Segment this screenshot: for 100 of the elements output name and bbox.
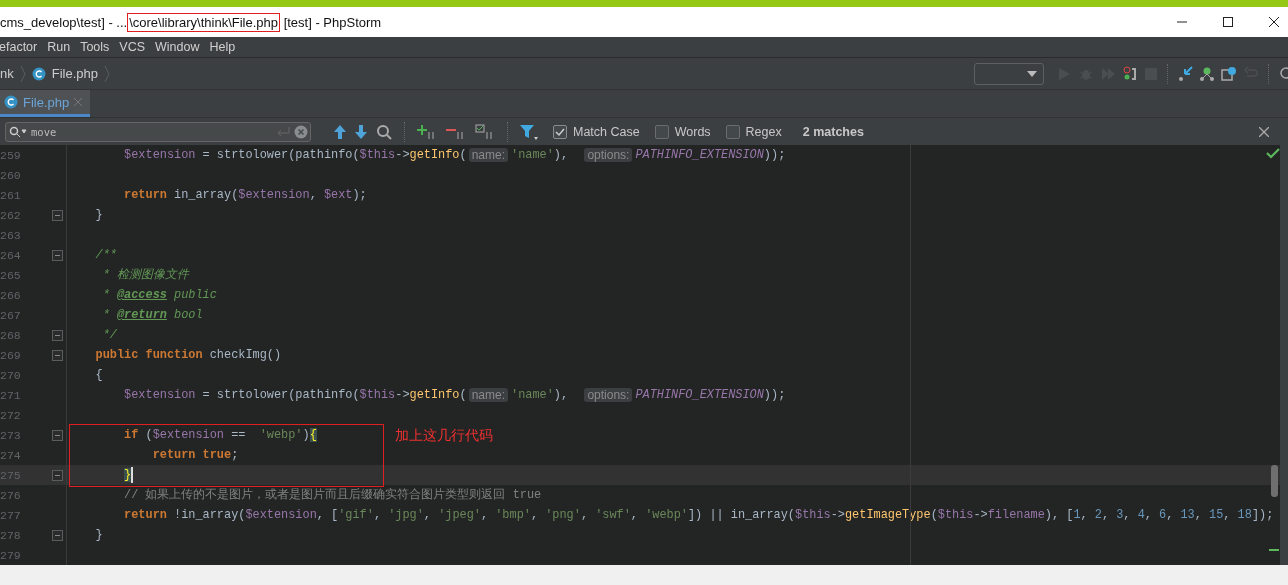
code-number: 3 [1116, 508, 1124, 522]
menu-item[interactable]: Run [47, 40, 71, 54]
menu-item[interactable]: Window [155, 40, 200, 54]
code-text: , [1080, 508, 1089, 522]
code-string: 'swf' [595, 508, 631, 522]
window-title: cms_develop\test] - ... [0, 14, 128, 30]
search-input[interactable]: move [31, 125, 272, 138]
code-text: ; [231, 448, 239, 462]
change-marker [1269, 549, 1279, 551]
vcs-update-icon[interactable] [1177, 65, 1193, 82]
code-text: ), [ [1044, 508, 1074, 522]
filter-icon[interactable] [520, 123, 538, 140]
window-title: [test] - PhpStorm [282, 14, 382, 30]
breadcrumb[interactable]: File.php [51, 66, 98, 81]
code-variable: $this [359, 148, 396, 162]
breadcrumb[interactable]: nk [0, 66, 14, 81]
search-icon [9, 125, 27, 138]
doc-comment: * [101, 288, 111, 302]
code-variable: $extension [245, 508, 317, 522]
fold-marker-icon[interactable] [52, 349, 63, 361]
fold-marker-icon[interactable] [52, 329, 63, 341]
code-text: -> [830, 508, 845, 522]
checkbox[interactable] [654, 124, 669, 139]
close-icon[interactable] [1268, 16, 1280, 28]
code-text: )); [763, 388, 786, 402]
line-number: 261 [0, 188, 22, 202]
checkbox[interactable] [553, 124, 567, 139]
code-variable: filename [987, 508, 1045, 522]
code-keyword: public function [94, 348, 204, 362]
code-text: )); [763, 148, 786, 162]
code-text: ]); [1251, 508, 1274, 522]
line-number: 272 [0, 408, 22, 422]
fold-marker-icon[interactable] [52, 469, 63, 481]
code-text: = strtolower(pathinfo( [201, 148, 360, 162]
code-text: checkImg() [209, 348, 282, 362]
doc-tag: @access [116, 288, 167, 302]
search-icon[interactable] [1278, 65, 1288, 82]
code-string: 'jpg' [388, 508, 424, 522]
line-number: 263 [0, 228, 22, 242]
code-text: , [630, 508, 639, 522]
line-number: 262 [0, 208, 22, 222]
annotation-text: 加上这几行代码 [395, 427, 493, 445]
line-number: 270 [0, 368, 22, 382]
menu-item[interactable]: efactor [0, 40, 38, 54]
code-text: == [230, 428, 247, 442]
code-text: , [1101, 508, 1111, 522]
code-variable: $extension [123, 388, 196, 402]
clear-icon[interactable] [294, 124, 308, 139]
code-keyword: return true [151, 448, 232, 462]
code-number: 18 [1237, 508, 1252, 522]
code-function: getInfo [409, 148, 460, 162]
code-function: getInfo [409, 388, 460, 402]
code-variable: $extension [123, 148, 196, 162]
code-text: , [1194, 508, 1203, 522]
menu-item[interactable]: VCS [119, 40, 146, 54]
fold-marker-icon[interactable] [52, 429, 63, 441]
fold-marker-icon[interactable] [52, 209, 63, 221]
line-number: 259 [0, 148, 22, 162]
code-keyword: if [123, 428, 139, 442]
find-all-icon[interactable] [376, 123, 392, 140]
code-text: -> [973, 508, 988, 522]
menu-item[interactable]: Help [209, 40, 236, 54]
line-number: 268 [0, 328, 22, 342]
fold-marker-icon[interactable] [52, 249, 63, 261]
code-string: 'name' [511, 148, 554, 162]
code-string: 'png' [545, 508, 581, 522]
code-text: , [1144, 508, 1153, 522]
select-all-icon[interactable] [475, 123, 495, 140]
code-keyword: return [123, 508, 167, 522]
maximize-icon[interactable] [1222, 16, 1234, 28]
line-number: 269 [0, 348, 22, 362]
code-text: , [1123, 508, 1132, 522]
code-variable: $this [937, 508, 974, 522]
parameter-hint: options: [584, 148, 633, 162]
add-selection-icon[interactable] [417, 123, 437, 140]
checkbox[interactable] [725, 124, 740, 139]
enter-icon [276, 126, 290, 137]
code-text: ) [302, 428, 310, 442]
code-string: 'bmp' [495, 508, 531, 522]
line-number: 277 [0, 508, 22, 522]
code-text: , [480, 508, 490, 522]
vcs-commit-icon[interactable] [1199, 65, 1215, 82]
code-text: ), [553, 388, 570, 402]
code-text: ]) || in_array( [687, 508, 795, 522]
code-text: , [1223, 508, 1232, 522]
code-text: = strtolower(pathinfo( [201, 388, 360, 402]
code-variable: $ext [323, 188, 353, 202]
listener-icon[interactable] [1122, 65, 1138, 82]
menu-item[interactable]: Tools [80, 40, 110, 54]
arrow-up-icon[interactable] [334, 124, 346, 139]
code-text: !in_array( [173, 508, 246, 522]
search-box[interactable]: move [5, 121, 311, 142]
code-brace: } [124, 468, 132, 482]
history-icon[interactable] [1221, 65, 1237, 82]
scrollbar-thumb[interactable] [1271, 465, 1278, 497]
highlighted-path: \core\library\think\File.php [127, 12, 280, 32]
arrow-down-icon[interactable] [355, 124, 367, 139]
fold-marker-icon[interactable] [52, 529, 63, 541]
code-text: ); [352, 188, 367, 202]
line-number: 265 [0, 268, 22, 282]
